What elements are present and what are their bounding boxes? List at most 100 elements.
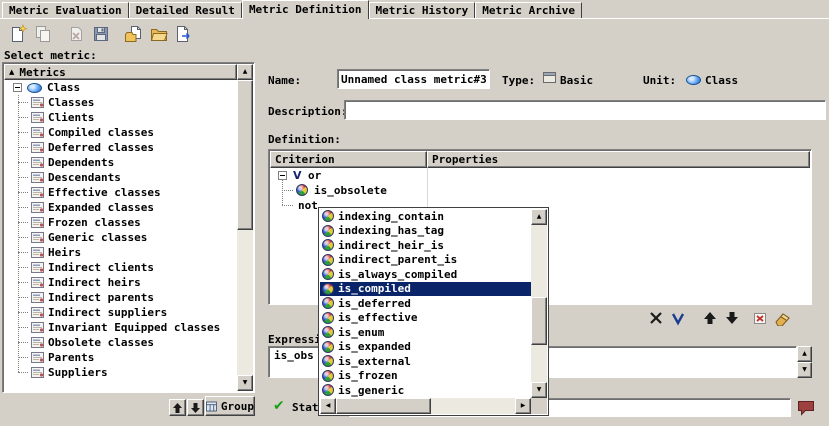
dropdown-item-is-deferred[interactable]: is_deferred <box>320 296 531 311</box>
dropdown-item-is-frozen[interactable]: is_frozen <box>320 369 531 384</box>
dropdown-item-is-always-compiled[interactable]: is_always_compiled <box>320 267 531 282</box>
delete-criterion-button[interactable] <box>750 308 770 328</box>
dropdown-item-label: is_deferred <box>338 297 411 310</box>
import-metrics-icon <box>124 24 144 44</box>
dropdown-item-is-generic[interactable]: is_generic <box>320 383 531 398</box>
tree-item-suppliers[interactable]: Suppliers <box>5 365 237 380</box>
name-input[interactable] <box>337 69 490 89</box>
replace-criterion-button[interactable] <box>646 308 666 328</box>
insert-operator-button[interactable] <box>668 308 688 328</box>
tree-item-heirs[interactable]: Heirs <box>5 245 237 260</box>
tab-bar: Metric EvaluationDetailed ResultMetric D… <box>2 0 582 19</box>
dropdown-item-is-effective[interactable]: is_effective <box>320 311 531 326</box>
tab-detailed-result[interactable]: Detailed Result <box>129 2 242 18</box>
comment-button[interactable] <box>795 399 816 417</box>
tree-item-parents[interactable]: Parents <box>5 350 237 365</box>
scroll-down-button[interactable]: ▼ <box>531 382 547 398</box>
criterion-column-header[interactable]: Criterion <box>270 151 427 168</box>
unit-label: Unit: <box>643 74 676 87</box>
tree-item-class[interactable]: Class <box>5 80 237 95</box>
dropdown-item-is-expanded[interactable]: is_expanded <box>320 340 531 355</box>
definition-row-or[interactable]: V or <box>270 168 570 183</box>
tree-item-compiled-classes[interactable]: Compiled classes <box>5 125 237 140</box>
arrow-up-icon <box>172 402 183 414</box>
metric-icon <box>31 247 44 258</box>
dropdown-item-indirect-parent-is[interactable]: indirect_parent_is <box>320 253 531 268</box>
arrow-down-icon <box>725 310 739 326</box>
tree-item-deferred-classes[interactable]: Deferred classes <box>5 140 237 155</box>
dropdown-item-indexing-has-tag[interactable]: indexing_has_tag <box>320 224 531 239</box>
group-button[interactable]: Group <box>205 396 255 416</box>
expression-scroll-up-button[interactable]: ▲ <box>797 346 812 362</box>
definition-row-label: is_obsolete <box>314 184 387 197</box>
definition-row-label: not <box>298 199 318 212</box>
save-metric-button[interactable] <box>88 21 113 46</box>
import-metrics-button[interactable] <box>121 21 146 46</box>
scroll-up-button[interactable]: ▲ <box>531 209 547 225</box>
metric-icon <box>31 202 44 213</box>
tab-metric-definition[interactable]: Metric Definition <box>242 0 369 19</box>
tree-item-generic-classes[interactable]: Generic classes <box>5 230 237 245</box>
tree-scrollbar[interactable]: ▲ ▼ <box>237 64 253 391</box>
move-metric-down-button[interactable] <box>187 399 204 416</box>
dropdown-item-is-enum[interactable]: is_enum <box>320 325 531 340</box>
tree-item-descendants[interactable]: Descendants <box>5 170 237 185</box>
dropdown-item-indexing-contain[interactable]: indexing_contain <box>320 209 531 224</box>
unit-value: Class <box>705 74 738 87</box>
select-metric-label: Select metric: <box>4 49 97 62</box>
dropdown-item-is-external[interactable]: is_external <box>320 354 531 369</box>
tree-item-indirect-heirs[interactable]: Indirect heirs <box>5 275 237 290</box>
tree-item-clients[interactable]: Clients <box>5 110 237 125</box>
dropdown-horizontal-scrollbar[interactable]: ◀ ▶ <box>320 398 531 414</box>
move-criterion-down-button[interactable] <box>722 308 742 328</box>
up-triangle-icon: ▲ <box>802 351 807 357</box>
definition-row-is-obsolete[interactable]: is_obsolete <box>270 183 570 198</box>
tree-item-label: Indirect clients <box>48 261 154 274</box>
tab-metric-history[interactable]: Metric History <box>369 2 476 18</box>
scroll-right-button[interactable]: ▶ <box>515 398 531 414</box>
dropdown-hscrollbar-thumb[interactable] <box>336 398 431 414</box>
new-metric-button[interactable] <box>5 21 30 46</box>
tree-item-indirect-suppliers[interactable]: Indirect suppliers <box>5 305 237 320</box>
tab-metric-archive[interactable]: Metric Archive <box>475 2 582 18</box>
export-metrics-button[interactable] <box>171 21 196 46</box>
description-input[interactable] <box>344 100 826 120</box>
tree-item-obsolete-classes[interactable]: Obsolete classes <box>5 335 237 350</box>
tree-item-dependents[interactable]: Dependents <box>5 155 237 170</box>
scroll-left-button[interactable]: ◀ <box>320 398 336 414</box>
dropdown-item-is-compiled[interactable]: is_compiled <box>320 282 531 297</box>
dropdown-item-label: is_expanded <box>338 340 411 353</box>
tree-scrollbar-thumb[interactable] <box>237 80 253 230</box>
dropdown-vertical-scrollbar[interactable]: ▲ ▼ <box>531 209 547 398</box>
group-button-label: Group <box>221 400 254 413</box>
tree-item-indirect-clients[interactable]: Indirect clients <box>5 260 237 275</box>
tree-item-invariant-equipped-classes[interactable]: Invariant Equipped classes <box>5 320 237 335</box>
erase-definition-button[interactable] <box>772 308 792 328</box>
tree-item-indirect-parents[interactable]: Indirect parents <box>5 290 237 305</box>
dropdown-item-indirect-heir-is[interactable]: indirect_heir_is <box>320 238 531 253</box>
tree-item-expanded-classes[interactable]: Expanded classes <box>5 200 237 215</box>
tree-item-effective-classes[interactable]: Effective classes <box>5 185 237 200</box>
copy-metric-button[interactable] <box>30 21 55 46</box>
tree-item-frozen-classes[interactable]: Frozen classes <box>5 215 237 230</box>
tree-item-classes[interactable]: Classes <box>5 95 237 110</box>
criterion-sphere-icon <box>322 384 334 396</box>
metric-icon <box>31 112 44 123</box>
dropdown-scrollbar-thumb[interactable] <box>531 297 547 345</box>
criterion-sphere-icon <box>322 355 334 367</box>
dropdown-item-label: indexing_has_tag <box>338 224 444 237</box>
criterion-dropdown: indexing_containindexing_has_tagindirect… <box>318 207 549 416</box>
move-criterion-up-button[interactable] <box>700 308 720 328</box>
properties-column-header[interactable]: Properties <box>427 151 810 168</box>
tab-metric-evaluation[interactable]: Metric Evaluation <box>2 2 129 18</box>
scroll-up-button[interactable]: ▲ <box>237 64 253 80</box>
expression-scroll-down-button[interactable]: ▼ <box>797 362 812 378</box>
metrics-column-header[interactable]: ▲ Metrics <box>4 64 237 80</box>
remove-metric-button[interactable] <box>63 21 88 46</box>
collapse-icon[interactable] <box>278 171 287 180</box>
metric-icon <box>31 292 44 303</box>
move-metric-up-button[interactable] <box>169 399 186 416</box>
open-metric-file-button[interactable] <box>146 21 171 46</box>
scroll-down-button[interactable]: ▼ <box>237 375 253 391</box>
collapse-icon[interactable] <box>13 83 22 92</box>
